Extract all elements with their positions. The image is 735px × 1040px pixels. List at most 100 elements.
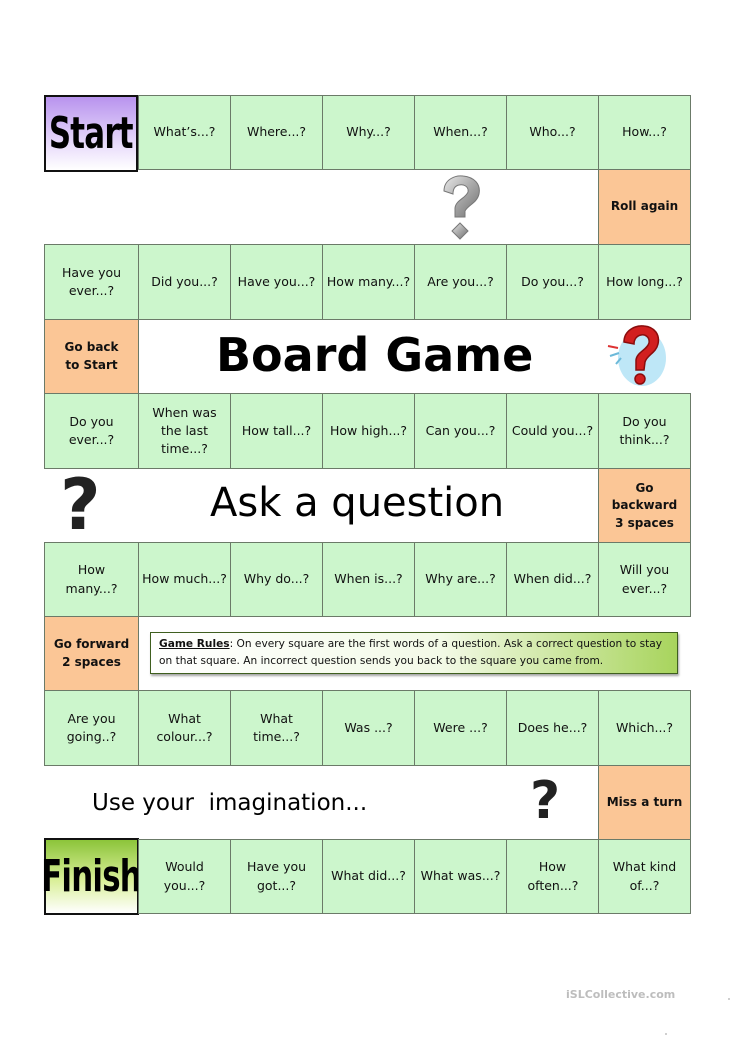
board-square[interactable]: Was ...?	[322, 690, 415, 766]
square-text: How much...?	[142, 571, 227, 587]
square-text: Could you...?	[511, 422, 594, 438]
decorative-dot	[665, 1033, 667, 1035]
square-text: How many...?	[326, 273, 411, 289]
square-text: Have you...?	[237, 273, 316, 289]
board-square[interactable]: When is...?	[322, 542, 415, 617]
square-text: What was...?	[420, 868, 501, 884]
square-text: Would you...?	[163, 859, 206, 893]
finish-square[interactable]: Finish	[41, 838, 143, 915]
silver-question-mark-icon	[443, 175, 480, 240]
roll-again-square[interactable]: Roll again	[598, 169, 691, 245]
square-text: What did...?	[331, 868, 406, 884]
square-text: Are you...?	[427, 273, 494, 289]
square-text: Are you going..?	[66, 710, 117, 744]
board-square[interactable]: How...?	[598, 95, 691, 170]
square-text: Do you...?	[521, 273, 584, 289]
rules-heading: Game Rules	[159, 638, 230, 650]
rules-text: : On every square are the first words of…	[159, 638, 663, 667]
go-back-to-start-square[interactable]: Go back to Start	[44, 319, 139, 394]
square-text: Have you got...?	[246, 859, 307, 893]
miss-a-turn-square[interactable]: Miss a turn	[598, 765, 691, 840]
board-square[interactable]: What was...?	[414, 839, 507, 914]
board-square[interactable]: How long...?	[598, 244, 691, 320]
square-text: How...?	[622, 124, 667, 140]
board-square[interactable]: How high...?	[322, 393, 415, 469]
board-square[interactable]: Do you think...?	[598, 393, 691, 469]
start-square[interactable]: Start	[44, 95, 138, 172]
start-label: Start	[49, 107, 134, 159]
board-square[interactable]: Have you ever...?	[44, 244, 139, 320]
board-square[interactable]: Why do...?	[230, 542, 323, 617]
board-square[interactable]: When...?	[414, 95, 507, 170]
square-text: Why...?	[346, 124, 391, 140]
board-square[interactable]: When did...?	[506, 542, 599, 617]
square-text: Go forward 2 spaces	[53, 637, 130, 669]
square-text: Was ...?	[344, 719, 393, 735]
square-text: Why are...?	[425, 571, 496, 587]
square-text: Go back to Start	[64, 340, 119, 372]
board-square[interactable]: What kind of...?	[598, 839, 691, 914]
board-square[interactable]: How many...?	[44, 542, 139, 617]
board-square[interactable]: Would you...?	[138, 839, 231, 914]
red-3d-question-mark-icon	[607, 325, 666, 386]
subtitle: Ask a question	[210, 480, 505, 526]
board-square[interactable]: Does he...?	[506, 690, 599, 766]
square-text: How long...?	[606, 273, 683, 289]
imagination-text: Use your imagination...	[92, 790, 368, 816]
board-square[interactable]: Are you going..?	[44, 690, 139, 766]
board-square[interactable]: How often...?	[506, 839, 599, 914]
board-square[interactable]: Could you...?	[506, 393, 599, 469]
board-square[interactable]: Which...?	[598, 690, 691, 766]
board-square[interactable]: Were ...?	[414, 690, 507, 766]
square-text: How tall...?	[241, 422, 312, 438]
square-text: Do you ever...?	[68, 413, 115, 447]
board-square[interactable]: When was the last time...?	[138, 393, 231, 469]
board-square[interactable]: Do you ever...?	[44, 393, 139, 469]
board-square[interactable]: Why...?	[322, 95, 415, 170]
square-text: Go backward 3 spaces	[611, 480, 678, 530]
board-square[interactable]: How tall...?	[230, 393, 323, 469]
square-text: How many...?	[65, 562, 118, 596]
board-square[interactable]: Who...?	[506, 95, 599, 170]
board-square[interactable]: How much...?	[138, 542, 231, 617]
board-square[interactable]: What did...?	[322, 839, 415, 914]
board-square[interactable]: What time...?	[230, 690, 323, 766]
board-square[interactable]: Where...?	[230, 95, 323, 170]
square-text: Miss a turn	[606, 794, 683, 809]
board-square[interactable]: Have you got...?	[230, 839, 323, 914]
square-text: When is...?	[334, 571, 403, 587]
board-square[interactable]: How many...?	[322, 244, 415, 320]
board-square[interactable]: Why are...?	[414, 542, 507, 617]
board-square[interactable]: Did you...?	[138, 244, 231, 320]
square-text: Roll again	[610, 199, 679, 214]
finish-label: Finish	[41, 850, 143, 902]
square-text: When did...?	[513, 571, 592, 587]
square-text: Will you ever...?	[619, 562, 670, 596]
square-text: How high...?	[329, 422, 408, 438]
square-text: Where...?	[246, 124, 307, 140]
board-square[interactable]: Are you...?	[414, 244, 507, 320]
square-text: Did you...?	[151, 273, 218, 289]
square-text: Do you think...?	[619, 413, 670, 447]
square-text: What kind of...?	[612, 859, 677, 893]
square-text: Can you...?	[425, 422, 496, 438]
black-question-mark-icon: ?	[60, 464, 101, 546]
board-square[interactable]: Have you...?	[230, 244, 323, 320]
game-rules-box: Game Rules: On every square are the firs…	[150, 632, 678, 674]
square-text: Have you ever...?	[61, 264, 122, 298]
square-text: How often...?	[527, 859, 579, 893]
square-text: When...?	[433, 124, 488, 140]
go-forward-square[interactable]: Go forward 2 spaces	[44, 616, 139, 691]
square-text: Does he...?	[517, 719, 588, 735]
board-square[interactable]: Do you...?	[506, 244, 599, 320]
watermark: iSLCollective.com	[566, 988, 676, 1001]
board-square[interactable]: Can you...?	[414, 393, 507, 469]
square-text: Were ...?	[433, 719, 488, 735]
square-text: What colour...?	[156, 710, 213, 744]
go-backward-square[interactable]: Go backward 3 spaces	[598, 468, 691, 544]
board-square[interactable]: What’s...?	[138, 95, 231, 170]
black-question-mark-icon: ?	[530, 771, 561, 831]
board-square[interactable]: Will you ever...?	[598, 542, 691, 617]
square-text: Which...?	[615, 719, 674, 735]
board-square[interactable]: What colour...?	[138, 690, 231, 766]
